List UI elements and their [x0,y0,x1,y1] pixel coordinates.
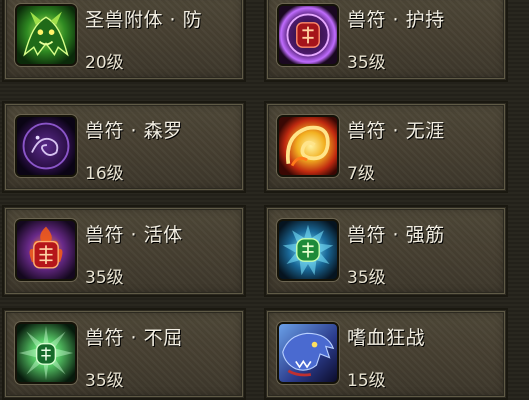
skill-name: 兽符 · 活体 [85,224,183,246]
skill-card[interactable]: 兽符 · 无涯 7级 [264,101,508,193]
skill-card[interactable]: 兽符 · 强筋 35级 [264,205,508,297]
flame-swirl-icon [277,115,339,177]
skill-level: 7级 [347,164,375,184]
skill-name: 圣兽附体 · 防 [85,9,203,31]
skill-name: 兽符 · 强筋 [347,224,445,246]
purple-spirit-icon [15,115,77,177]
skill-card[interactable]: 圣兽附体 · 防 20级 [2,0,246,82]
skill-name: 兽符 · 不屈 [85,327,183,349]
skill-level: 16级 [85,164,124,184]
skill-list: 圣兽附体 · 防 20级 兽符 · 护持 35级 兽符 · 森罗 16级 兽符 … [0,0,529,400]
skill-level: 35级 [85,371,124,391]
glowing-rune-icon [15,322,77,384]
blue-beast-icon [277,322,339,384]
skill-level: 15级 [347,371,386,391]
red-talisman-icon [277,4,339,66]
green-talisman-icon [277,219,339,281]
skill-card[interactable]: 兽符 · 活体 35级 [2,205,246,297]
skill-name: 兽符 · 护持 [347,9,445,31]
green-dragon-icon [15,4,77,66]
skill-card[interactable]: 兽符 · 森罗 16级 [2,101,246,193]
skill-level: 20级 [85,53,124,73]
skill-card[interactable]: 兽符 · 护持 35级 [264,0,508,82]
skill-card[interactable]: 嗜血狂战 15级 [264,308,508,400]
skill-name: 兽符 · 无涯 [347,120,445,142]
skill-level: 35级 [347,53,386,73]
skill-name: 兽符 · 森罗 [85,120,183,142]
skill-name: 嗜血狂战 [347,327,426,349]
skill-card[interactable]: 兽符 · 不屈 35级 [2,308,246,400]
skill-level: 35级 [85,268,124,288]
skill-level: 35级 [347,268,386,288]
fire-talisman-icon [15,219,77,281]
